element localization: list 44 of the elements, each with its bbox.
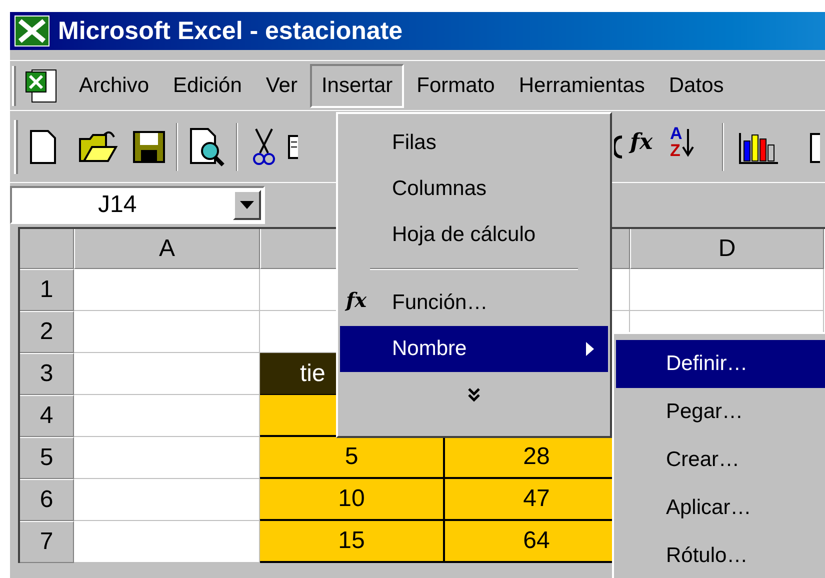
toolbar-icon[interactable] xyxy=(614,135,622,159)
row-header[interactable]: 5 xyxy=(20,437,74,479)
expand-chevron-icon[interactable] xyxy=(467,387,481,403)
row-header[interactable]: 4 xyxy=(20,395,74,437)
menu-item[interactable]: Archivo xyxy=(68,64,160,108)
name-box[interactable]: J14 xyxy=(10,186,265,224)
row-header[interactable]: 6 xyxy=(20,479,74,521)
menu-item[interactable]: Filas xyxy=(340,120,608,166)
menu-item[interactable]: Datos xyxy=(658,64,735,108)
function-icon[interactable]: fx xyxy=(630,131,653,153)
menu-item[interactable]: Edición xyxy=(162,64,253,108)
menu-item[interactable]: Ver xyxy=(254,64,308,108)
menu-item[interactable]: fx Función… xyxy=(340,280,608,326)
menu-item[interactable]: Definir… xyxy=(616,340,825,388)
menu-item[interactable]: Insertar xyxy=(310,64,404,108)
function-icon: fx xyxy=(346,290,367,310)
menu-item[interactable]: Herramientas xyxy=(508,64,656,108)
row-header[interactable]: 2 xyxy=(20,311,74,353)
dropdown-button[interactable] xyxy=(233,190,261,220)
spreadsheet-icon xyxy=(14,15,50,47)
row-header[interactable]: 3 xyxy=(20,353,74,395)
toolbar-icon[interactable] xyxy=(810,133,820,163)
column-header[interactable]: A xyxy=(74,229,260,269)
caret-icon xyxy=(240,201,254,209)
menu-item[interactable]: Hoja de cálculo xyxy=(340,212,608,258)
copy-icon[interactable] xyxy=(288,134,298,158)
column-header[interactable]: D xyxy=(630,229,824,269)
new-document-icon[interactable] xyxy=(28,128,58,164)
folder-icon[interactable] xyxy=(78,128,118,164)
row-header[interactable]: 1 xyxy=(20,269,74,311)
workbook-icon[interactable] xyxy=(24,68,58,104)
submenu-arrow-icon xyxy=(586,342,594,356)
scissors-icon[interactable] xyxy=(252,126,276,166)
menu-item[interactable]: Nombre xyxy=(340,326,608,372)
table-cell: 15 xyxy=(260,521,445,563)
table-cell: 5 xyxy=(260,437,445,479)
row-header[interactable]: 7 xyxy=(20,521,74,563)
menu-item[interactable]: Formato xyxy=(406,64,506,108)
menu-item[interactable]: Columnas xyxy=(340,166,608,212)
menu-item[interactable]: Pegar… xyxy=(616,388,825,436)
bar-chart-icon[interactable] xyxy=(738,131,780,165)
print-preview-icon[interactable] xyxy=(188,126,226,166)
table-cell: 10 xyxy=(260,479,445,521)
window-title: Microsoft Excel - estacionate xyxy=(58,18,403,44)
